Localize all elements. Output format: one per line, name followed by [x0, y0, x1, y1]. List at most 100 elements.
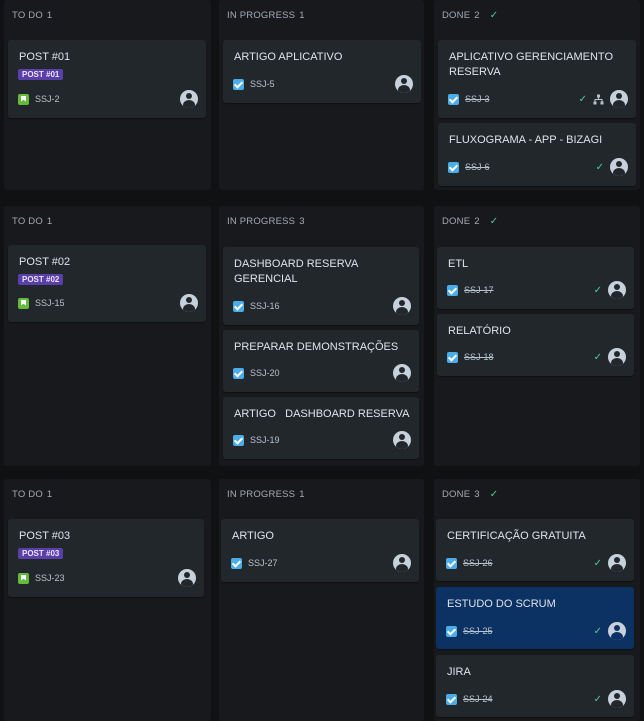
avatar-icon[interactable]: [608, 348, 626, 366]
issue-key[interactable]: SSJ-15: [35, 298, 65, 308]
column-count: 1: [46, 10, 53, 21]
avatar-icon[interactable]: [178, 569, 196, 587]
issue-card[interactable]: FLUXOGRAMA - APP - BIZAGI SSJ-6 ✓: [438, 123, 636, 186]
task-icon: [446, 625, 457, 637]
avatar-icon[interactable]: [608, 281, 626, 299]
issue-card[interactable]: POST #03 POST #03 SSJ-23: [8, 519, 204, 597]
card-title: JIRA: [447, 666, 471, 678]
card-footer: SSJ-5: [233, 75, 413, 93]
column-count: 3: [299, 216, 305, 227]
kanban-board: TO DO 1 IN PROGRESS 1 DONE 2 ✓ POST #01 …: [0, 0, 644, 721]
avatar-icon[interactable]: [180, 90, 198, 108]
card-title: POST #02: [19, 256, 71, 268]
issue-card[interactable]: POST #02 POST #02 SSJ-15: [8, 245, 206, 322]
task-icon: [231, 557, 242, 569]
check-icon: ✓: [593, 284, 602, 296]
column-header: TO DO 1: [12, 216, 52, 227]
avatar-icon[interactable]: [393, 554, 411, 572]
issue-card[interactable]: DASHBOARD RESERVA GERENCIAL SSJ-16: [223, 247, 419, 325]
card-footer: SSJ-6 ✓: [448, 158, 628, 176]
issue-card[interactable]: ARTIGO SSJ-27: [221, 519, 419, 582]
card-title: FLUXOGRAMA - APP - BIZAGI: [449, 134, 603, 146]
column-count: 2: [474, 10, 480, 21]
card-title: APLICATIVO GERENCIAMENTO RESERVA: [449, 51, 614, 78]
issue-card[interactable]: ETL SSJ-17 ✓: [437, 247, 634, 309]
column-count: 1: [46, 489, 53, 500]
column-title: TO DO: [12, 489, 43, 500]
issue-key[interactable]: SSJ-16: [250, 301, 280, 311]
issue-key[interactable]: SSJ-20: [250, 368, 280, 378]
card-title: POST #01: [19, 51, 71, 63]
issue-key[interactable]: SSJ-5: [250, 79, 275, 89]
column-header: DONE 2 ✓: [442, 10, 498, 21]
issue-card[interactable]: PREPARAR DEMONSTRAÇÕES SSJ-20: [223, 330, 419, 392]
card-title: ARTIGO APLICATIVO: [234, 51, 343, 63]
issue-key[interactable]: SSJ-25: [463, 626, 493, 636]
issue-card[interactable]: JIRA SSJ-24 ✓: [436, 655, 634, 717]
issue-card[interactable]: APLICATIVO GERENCIAMENTO RESERVA SSJ-3 ✓: [438, 40, 636, 118]
avatar-icon[interactable]: [610, 158, 628, 176]
issue-card[interactable]: ARTIGO APLICATIVO SSJ-5: [223, 40, 421, 103]
avatar-icon[interactable]: [395, 75, 413, 93]
issue-key[interactable]: SSJ-27: [248, 558, 278, 568]
column-header: TO DO 1: [12, 10, 52, 21]
card-footer: SSJ-18 ✓: [447, 348, 626, 366]
issue-key[interactable]: SSJ-23: [35, 573, 65, 583]
column-header: TO DO 1: [12, 489, 52, 500]
avatar-icon[interactable]: [180, 294, 198, 312]
story-icon: [18, 572, 29, 584]
check-icon: ✓: [578, 93, 587, 105]
issue-card-selected[interactable]: ESTUDO DO SCRUM SSJ-25 ✓: [436, 587, 634, 649]
task-icon: [446, 557, 457, 569]
avatar-icon[interactable]: [608, 554, 626, 572]
issue-key[interactable]: SSJ-24: [463, 694, 493, 704]
card-footer: SSJ-26 ✓: [446, 554, 626, 572]
column-header: DONE 2 ✓: [442, 216, 498, 227]
task-icon: [233, 434, 244, 446]
card-title: ARTIGO: [232, 530, 274, 542]
task-icon: [446, 693, 457, 705]
column-count: 1: [46, 216, 53, 227]
check-icon: ✓: [593, 351, 602, 363]
card-footer: SSJ-25 ✓: [446, 622, 626, 640]
issue-key[interactable]: SSJ-3: [465, 94, 490, 104]
task-icon: [447, 351, 458, 363]
check-icon: ✓: [595, 161, 604, 173]
column-count: 1: [299, 10, 305, 21]
task-icon: [448, 93, 459, 105]
column-title: IN PROGRESS: [227, 216, 296, 227]
card-footer: SSJ-15: [18, 294, 198, 312]
avatar-icon[interactable]: [610, 90, 628, 108]
card-footer: SSJ-17 ✓: [447, 281, 626, 299]
issue-key[interactable]: SSJ-17: [464, 285, 494, 295]
avatar-icon[interactable]: [608, 690, 626, 708]
issue-key[interactable]: SSJ-26: [463, 558, 493, 568]
issue-key[interactable]: SSJ-6: [465, 162, 490, 172]
column-header: IN PROGRESS 1: [227, 10, 305, 21]
issue-key[interactable]: SSJ-18: [464, 352, 494, 362]
epic-label[interactable]: POST #02: [18, 274, 64, 285]
epic-label[interactable]: POST #03: [18, 548, 64, 559]
issue-card[interactable]: RELATÓRIO SSJ-18 ✓: [437, 314, 634, 376]
story-icon: [18, 297, 29, 309]
issue-card[interactable]: POST #01 POST #01 SSJ-2: [8, 40, 206, 118]
column-count: 2: [474, 216, 480, 227]
task-icon: [233, 78, 244, 90]
avatar-icon[interactable]: [608, 622, 626, 640]
avatar-icon[interactable]: [393, 297, 411, 315]
issue-card[interactable]: CERTIFICAÇÃO GRATUITA SSJ-26 ✓: [436, 519, 634, 581]
task-icon: [233, 300, 244, 312]
avatar-icon[interactable]: [393, 431, 411, 449]
column-title: DONE: [442, 10, 471, 21]
issue-key[interactable]: SSJ-19: [250, 435, 280, 445]
card-footer: SSJ-23: [18, 569, 196, 587]
card-footer: SSJ-3 ✓: [448, 90, 628, 108]
issue-card[interactable]: ARTIGO DASHBOARD RESERVA SSJ-19: [223, 397, 419, 459]
epic-label[interactable]: POST #01: [18, 69, 64, 80]
column-header: IN PROGRESS 1: [227, 489, 305, 500]
avatar-icon[interactable]: [393, 364, 411, 382]
check-icon: ✓: [593, 693, 602, 705]
column-header: DONE 3 ✓: [442, 489, 498, 500]
task-icon: [233, 367, 244, 379]
issue-key[interactable]: SSJ-2: [35, 94, 60, 104]
